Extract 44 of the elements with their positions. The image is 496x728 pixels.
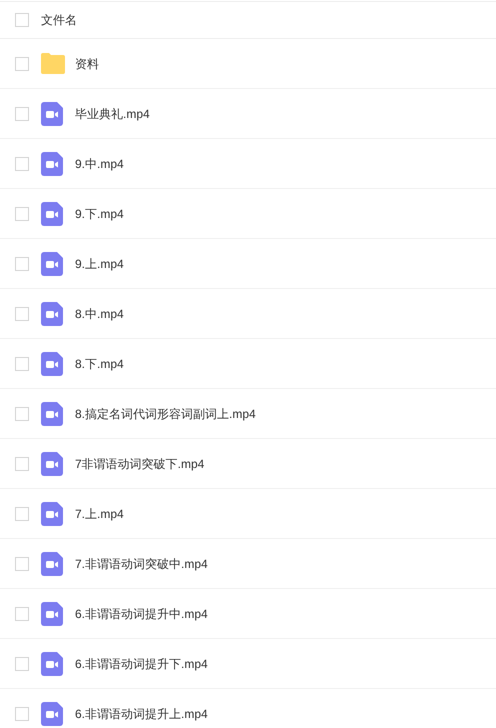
checkbox[interactable] — [15, 556, 29, 570]
file-name[interactable]: 8.搞定名词代词形容词副词上.mp4 — [75, 404, 256, 422]
file-name[interactable]: 9.下.mp4 — [75, 204, 124, 222]
file-name[interactable]: 7.上.mp4 — [75, 504, 124, 522]
video-camera-icon — [41, 202, 63, 226]
checkbox[interactable] — [15, 456, 29, 470]
file-name[interactable]: 6.非谓语动词提升中.mp4 — [75, 604, 208, 622]
folder-icon — [41, 53, 65, 74]
checkbox[interactable] — [15, 206, 29, 220]
checkbox[interactable] — [15, 156, 29, 170]
checkbox[interactable] — [15, 606, 29, 620]
video-camera-icon — [41, 152, 63, 176]
checkbox[interactable] — [15, 406, 29, 420]
file-name[interactable]: 7.非谓语动词突破中.mp4 — [75, 554, 208, 572]
file-name[interactable]: 6.非谓语动词提升上.mp4 — [75, 704, 208, 722]
checkbox[interactable] — [15, 306, 29, 320]
video-camera-icon — [41, 302, 63, 326]
file-name[interactable]: 8.下.mp4 — [75, 354, 124, 372]
file-name[interactable]: 资料 — [75, 54, 99, 72]
video-camera-icon — [41, 702, 63, 726]
checkbox[interactable] — [15, 656, 29, 670]
checkbox[interactable] — [15, 56, 29, 70]
video-camera-icon — [41, 452, 63, 476]
video-camera-icon — [41, 552, 63, 576]
file-name[interactable]: 8.中.mp4 — [75, 304, 124, 322]
checkbox[interactable] — [15, 256, 29, 270]
checkbox[interactable] — [15, 506, 29, 520]
checkbox[interactable] — [15, 356, 29, 370]
video-camera-icon — [41, 352, 63, 376]
file-name[interactable]: 9.上.mp4 — [75, 254, 124, 272]
file-name[interactable]: 9.中.mp4 — [75, 154, 124, 172]
file-name[interactable]: 6.非谓语动词提升下.mp4 — [75, 654, 208, 672]
video-camera-icon — [41, 502, 63, 526]
file-name[interactable]: 毕业典礼.mp4 — [75, 104, 150, 122]
checkbox[interactable] — [15, 706, 29, 720]
checkbox[interactable] — [15, 13, 29, 27]
file-name[interactable]: 7非谓语动词突破下.mp4 — [75, 454, 204, 472]
video-camera-icon — [41, 102, 63, 126]
video-camera-icon — [41, 652, 63, 676]
video-camera-icon — [41, 252, 63, 276]
video-camera-icon — [41, 402, 63, 426]
checkbox[interactable] — [15, 106, 29, 120]
video-camera-icon — [41, 602, 63, 626]
column-header: 文件名 — [41, 12, 77, 29]
